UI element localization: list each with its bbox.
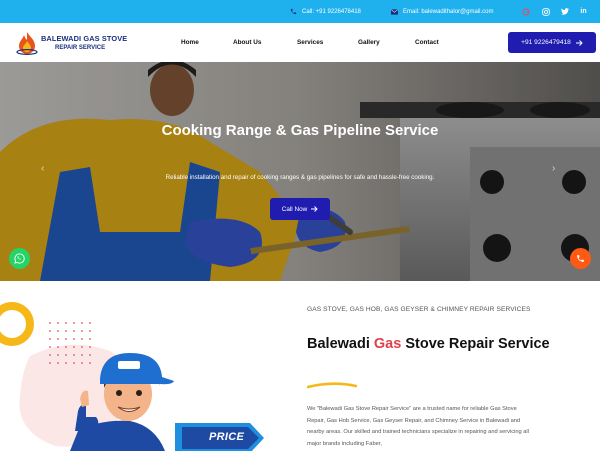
nav-contact[interactable]: Contact: [415, 23, 439, 62]
heading-part-1: Balewadi: [307, 336, 374, 352]
linkedin-icon[interactable]: in: [578, 6, 589, 17]
price-tag-label: PRICE: [209, 431, 245, 443]
twitter-icon[interactable]: [559, 6, 570, 17]
nav-gallery[interactable]: Gallery: [358, 23, 380, 62]
hero-title: Cooking Range & Gas Pipeline Service: [161, 122, 439, 139]
site-logo[interactable]: BALEWADI GAS STOVE REPAIR SERVICE: [16, 31, 127, 55]
header-call-label: +91 9226479418: [521, 39, 571, 46]
mail-icon: [391, 8, 398, 15]
whatsapp-float-button[interactable]: [9, 248, 30, 269]
phone-icon: [290, 8, 297, 15]
topbar-email-text: Email: balewadithalor@gmail.com: [403, 8, 494, 15]
hero-overlay: [0, 62, 600, 281]
hero-call-now-button[interactable]: Call Now: [270, 198, 330, 220]
about-heading: Balewadi Gas Stove Repair Service: [307, 333, 557, 355]
about-illustration: PRICE: [0, 281, 300, 451]
arrow-right-icon: [311, 206, 318, 212]
technician-illustration: [0, 302, 264, 451]
hero-call-now-label: Call Now: [281, 205, 308, 213]
hero-banner: Cooking Range & Gas Pipeline Service Rel…: [0, 62, 600, 281]
logo-line-2: REPAIR SERVICE: [55, 44, 106, 51]
arrow-right-icon: [575, 39, 583, 46]
phone-icon: [577, 255, 584, 262]
instagram-icon[interactable]: [540, 6, 551, 17]
carousel-next-icon[interactable]: ›: [552, 163, 555, 174]
whatsapp-icon: [14, 253, 25, 264]
header-call-button[interactable]: +91 9226479418: [508, 32, 596, 53]
phone-float-button[interactable]: [570, 248, 591, 269]
site-header: BALEWADI GAS STOVE REPAIR SERVICE Home A…: [0, 23, 600, 62]
topbar-email[interactable]: Email: balewadithalor@gmail.com: [391, 0, 493, 23]
heading-underline-decoration: [307, 382, 357, 389]
hero-subtitle: Reliable installation and repair of cook…: [165, 174, 435, 181]
top-bar: Call: +91 9226478418 Email: balewadithal…: [0, 0, 600, 23]
about-paragraph: We "Balewadi Gas Stove Repair Service" a…: [307, 406, 529, 447]
carousel-prev-icon[interactable]: ‹: [41, 163, 44, 174]
flame-logo-icon: [16, 32, 38, 55]
logo-line-1: BALEWADI GAS STOVE: [41, 34, 128, 44]
heading-accent: Gas: [373, 336, 402, 352]
google-icon[interactable]: [520, 6, 531, 17]
heading-part-2: Stove Repair Service: [401, 336, 550, 352]
topbar-call-text: Call: +91 9226478418: [302, 8, 361, 15]
section-eyebrow: GAS STOVE, GAS HOB, GAS GEYSER & CHIMNEY…: [307, 306, 531, 313]
topbar-call[interactable]: Call: +91 9226478418: [290, 0, 361, 23]
nav-home[interactable]: Home: [181, 23, 199, 62]
nav-about-us[interactable]: About Us: [233, 23, 261, 62]
nav-services[interactable]: Services: [297, 23, 323, 62]
